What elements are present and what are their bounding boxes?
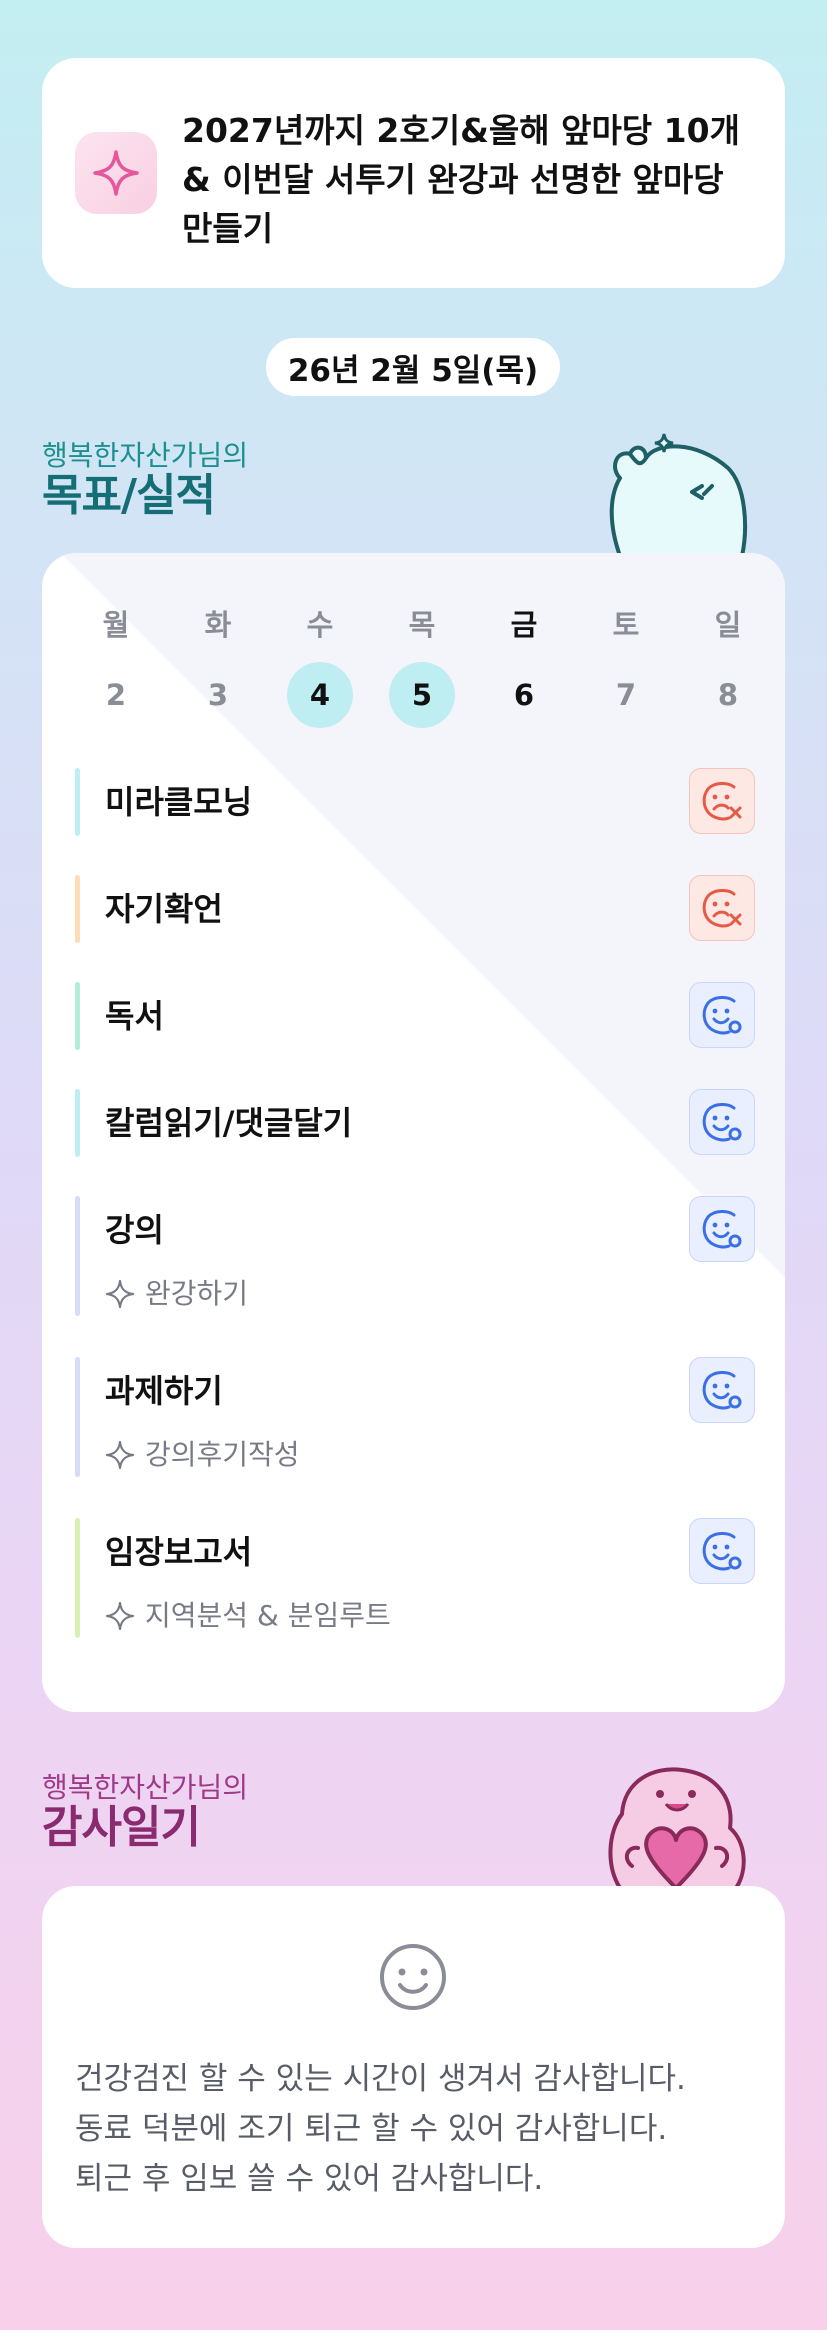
weekday-label: 일 bbox=[714, 608, 742, 642]
date-cell[interactable]: 3 bbox=[185, 662, 251, 728]
goal-item[interactable]: 독서 bbox=[75, 982, 755, 1050]
sad-face-fail-icon[interactable] bbox=[689, 875, 755, 941]
goal-label: 강의 bbox=[105, 1211, 164, 1249]
goal-item[interactable]: 강의완강하기 bbox=[75, 1196, 755, 1316]
date-cell[interactable]: 5 bbox=[389, 662, 455, 728]
goal-label: 임장보고서 bbox=[105, 1533, 253, 1571]
goals-section-title: 행복한자산가님의 목표/실적 bbox=[42, 440, 248, 520]
sparkle-outline-icon bbox=[105, 1440, 135, 1470]
goal-subtask-text: 강의후기작성 bbox=[145, 1438, 300, 1471]
gratitude-line: 건강검진 할 수 있는 시간이 생겨서 감사합니다. bbox=[75, 2061, 686, 2097]
sparkle-icon bbox=[75, 132, 157, 214]
goal-color-bar bbox=[75, 1089, 80, 1157]
weekday-label: 목 bbox=[408, 608, 436, 642]
date-cell[interactable]: 6 bbox=[491, 662, 557, 728]
gratitude-section-subtitle: 행복한자산가님의 bbox=[42, 1771, 249, 1804]
smile-icon bbox=[380, 1944, 446, 2010]
goal-label: 칼럼읽기/댓글달기 bbox=[105, 1104, 353, 1142]
weekday-label: 금 bbox=[510, 608, 538, 642]
smile-face-done-icon[interactable] bbox=[689, 1357, 755, 1423]
goal-item[interactable]: 미라클모닝 bbox=[75, 768, 755, 836]
goal-label: 자기확언 bbox=[105, 890, 223, 928]
goal-label: 독서 bbox=[105, 997, 164, 1035]
goal-subtask-text: 완강하기 bbox=[145, 1277, 249, 1310]
smile-face-done-icon[interactable] bbox=[689, 1196, 755, 1262]
goal-color-bar bbox=[75, 1518, 80, 1638]
goal-color-bar bbox=[75, 982, 80, 1050]
gratitude-entries: 건강검진 할 수 있는 시간이 생겨서 감사합니다. 동료 덕분에 조기 퇴근 … bbox=[75, 2054, 686, 2204]
goal-item[interactable]: 자기확언 bbox=[75, 875, 755, 943]
smile-face-done-icon[interactable] bbox=[689, 1518, 755, 1584]
sparkle-outline-icon bbox=[105, 1601, 135, 1631]
date-cell[interactable]: 4 bbox=[287, 662, 353, 728]
mascot-illustration bbox=[609, 433, 748, 556]
goal-subtask: 강의후기작성 bbox=[105, 1437, 300, 1473]
date-cell[interactable]: 8 bbox=[695, 662, 761, 728]
goal-item[interactable]: 임장보고서지역분석 & 분임루트 bbox=[75, 1518, 755, 1638]
gratitude-section-heading: 감사일기 bbox=[42, 1802, 201, 1853]
goal-color-bar bbox=[75, 768, 80, 836]
goal-item[interactable]: 과제하기강의후기작성 bbox=[75, 1357, 755, 1477]
goal-label: 미라클모닝 bbox=[105, 783, 253, 821]
goal-item[interactable]: 칼럼읽기/댓글달기 bbox=[75, 1089, 755, 1157]
goals-section-heading: 목표/실적 bbox=[42, 470, 216, 521]
goal-color-bar bbox=[75, 1357, 80, 1477]
weekday-label: 토 bbox=[612, 608, 640, 642]
mascot-heart-illustration bbox=[608, 1767, 746, 1888]
gratitude-card[interactable]: 건강검진 할 수 있는 시간이 생겨서 감사합니다. 동료 덕분에 조기 퇴근 … bbox=[42, 1886, 785, 2248]
date-cell[interactable]: 2 bbox=[83, 662, 149, 728]
sparkle-outline-icon bbox=[105, 1279, 135, 1309]
gratitude-line: 동료 덕분에 조기 퇴근 할 수 있어 감사합니다. bbox=[75, 2111, 668, 2147]
goal-card[interactable]: 2027년까지 2호기&올해 앞마당 10개 & 이번달 서투기 완강과 선명한… bbox=[42, 58, 785, 288]
date-label[interactable]: 26년 2월 5일(목) bbox=[266, 338, 560, 396]
goal-color-bar bbox=[75, 875, 80, 943]
goal-text: 2027년까지 2호기&올해 앞마당 10개 & 이번달 서투기 완강과 선명한… bbox=[182, 111, 740, 248]
goals-card: 월 2 화 3 수 4 목 5 금 6 토 7 일 8 미라클모닝자기확언독서칼럼읽기/댓글달기강의완강하… bbox=[42, 553, 785, 1712]
goals-section-subtitle: 행복한자산가님의 bbox=[42, 439, 249, 472]
smile-face-done-icon[interactable] bbox=[689, 1089, 755, 1155]
goal-label: 과제하기 bbox=[105, 1372, 223, 1410]
goal-color-bar bbox=[75, 1196, 80, 1316]
gratitude-line: 퇴근 후 임보 쓸 수 있어 감사합니다. bbox=[75, 2161, 544, 2197]
weekday-label: 수 bbox=[306, 608, 334, 642]
goal-subtask: 완강하기 bbox=[105, 1276, 248, 1312]
goal-subtask: 지역분석 & 분임루트 bbox=[105, 1598, 391, 1634]
date-cell[interactable]: 7 bbox=[593, 662, 659, 728]
gratitude-section-title: 행복한자산가님의 감사일기 bbox=[42, 1772, 248, 1852]
weekday-label: 화 bbox=[204, 608, 232, 642]
goal-subtask-text: 지역분석 & 분임루트 bbox=[145, 1599, 391, 1632]
smile-face-done-icon[interactable] bbox=[689, 982, 755, 1048]
weekday-label: 월 bbox=[102, 608, 130, 642]
sad-face-fail-icon[interactable] bbox=[689, 768, 755, 834]
